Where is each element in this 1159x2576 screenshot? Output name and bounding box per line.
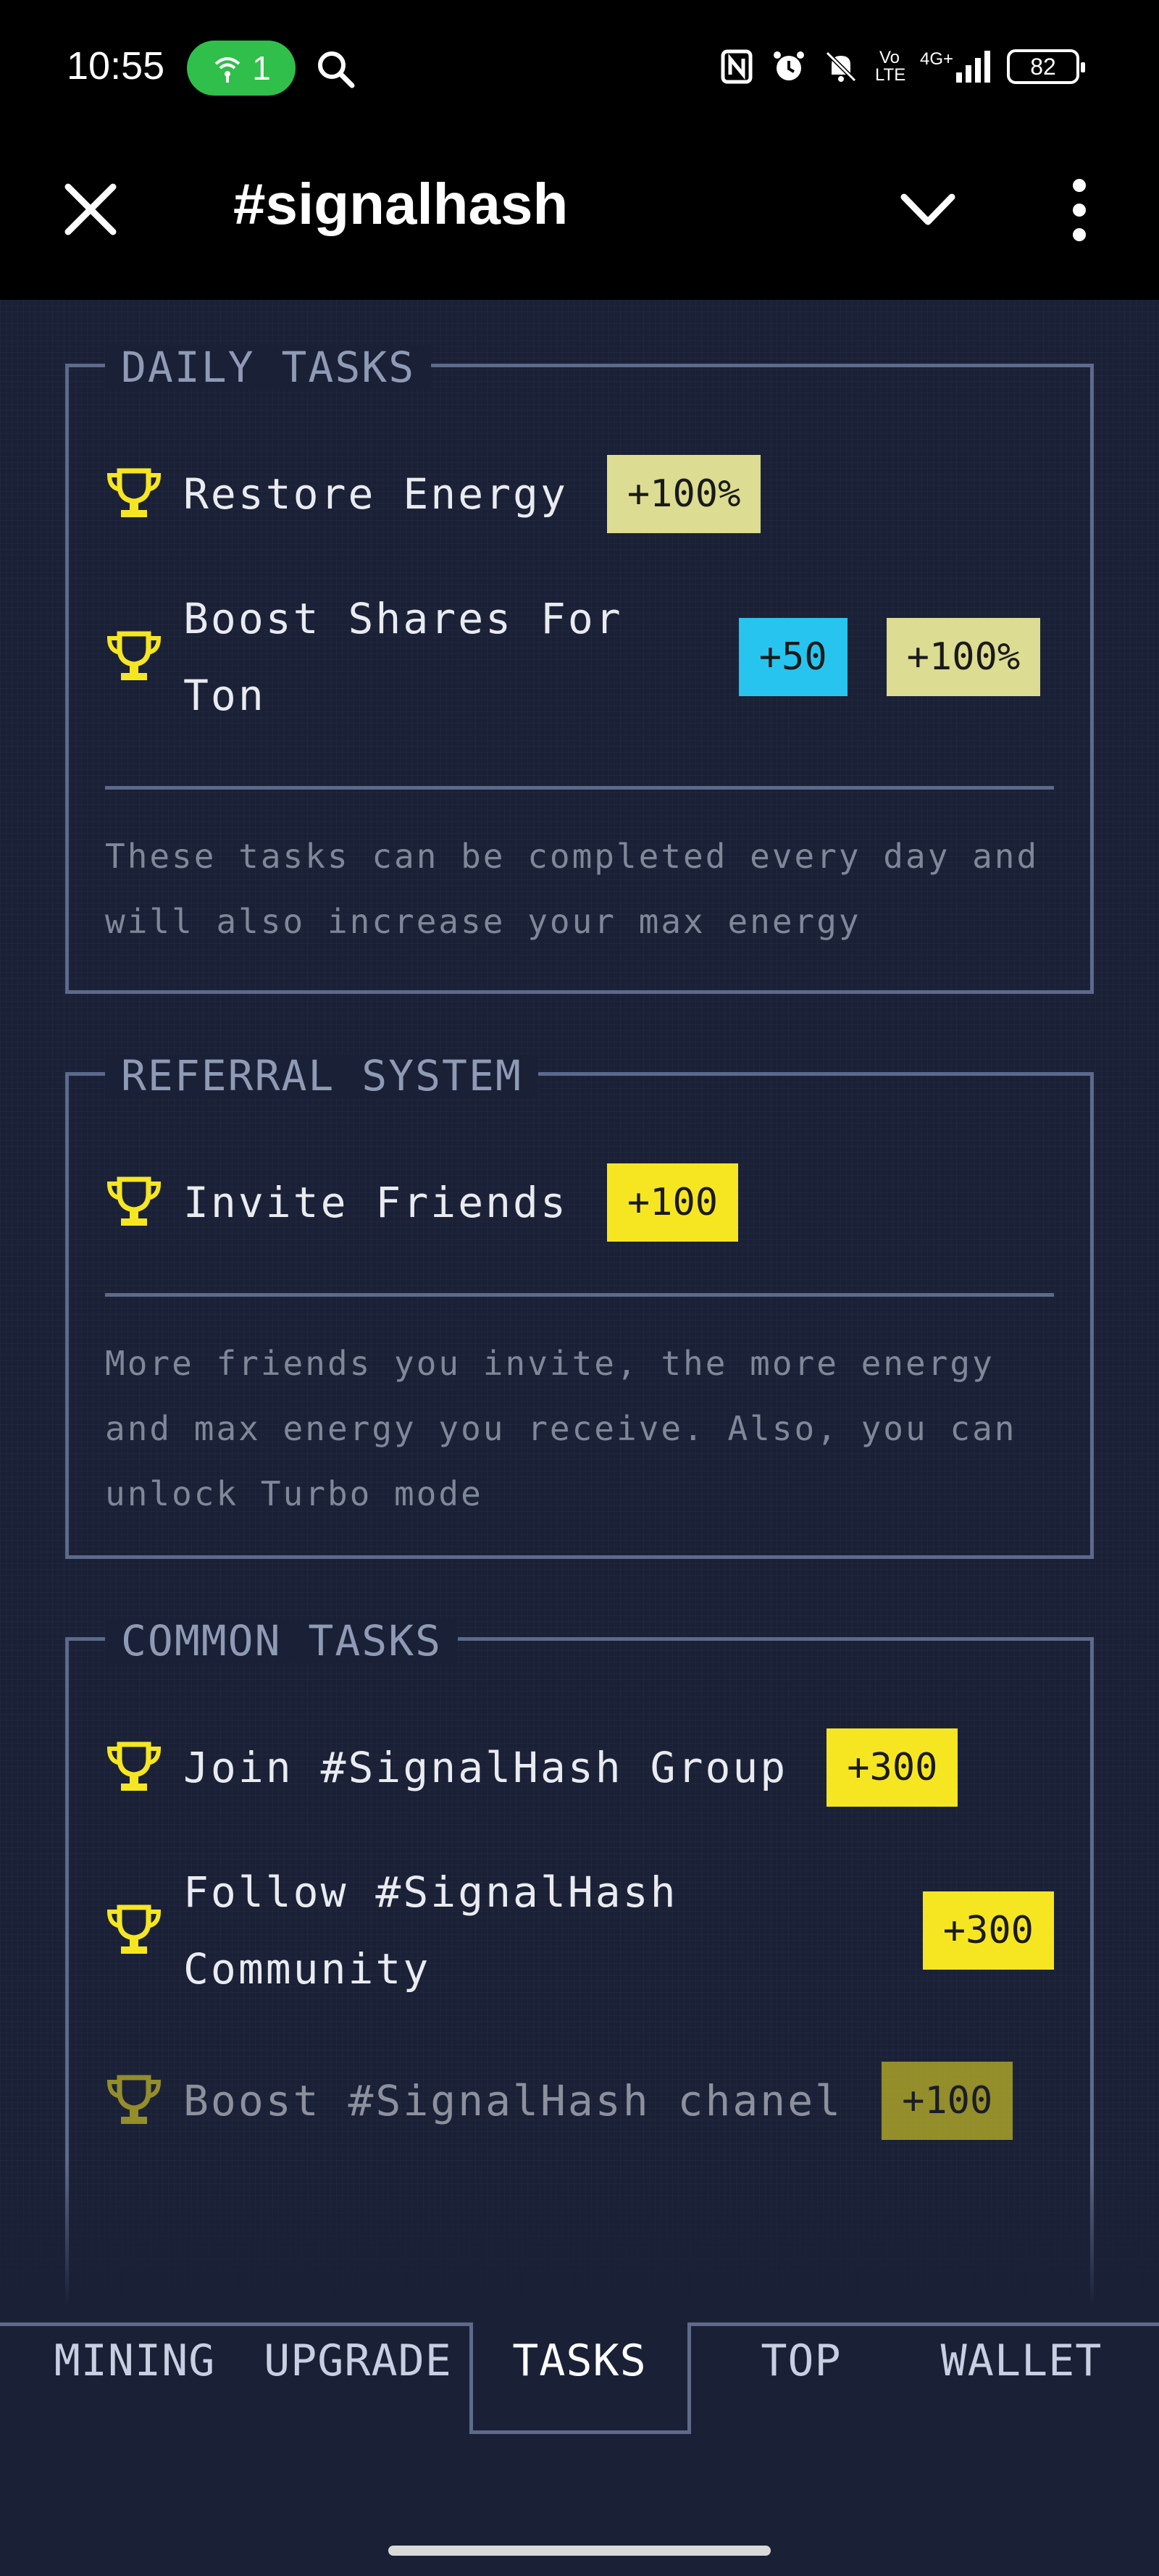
network-type: 4G+ [919, 49, 953, 69]
close-button[interactable] [58, 177, 123, 242]
section-title: REFERRAL SYSTEM [105, 1054, 538, 1097]
trophy-icon [106, 631, 162, 680]
status-icons: Vo LTE 4G+ 82 [719, 43, 1085, 90]
hotspot-count: 1 [252, 49, 271, 87]
tab-tasks[interactable]: TASKS [471, 2335, 688, 2386]
trophy-icon [106, 1741, 162, 1791]
task-label: Boost Shares For Ton [183, 594, 623, 720]
nav-border [0, 2322, 471, 2326]
tab-wallet[interactable]: WALLET [913, 2335, 1130, 2386]
more-options-icon[interactable] [1058, 174, 1101, 246]
task-label: Invite Friends [183, 1178, 568, 1227]
divider [105, 1293, 1054, 1297]
trophy-icon [106, 1904, 162, 1954]
task-follow-community[interactable]: Follow #SignalHash Community +300 [105, 1851, 1054, 2010]
signal-indicator: 4G+ [920, 51, 991, 83]
reward-badge: +100% [886, 618, 1041, 696]
app-header: #signalhash [0, 133, 1159, 300]
reward-badge: +300 [922, 1891, 1054, 1970]
home-indicator[interactable] [388, 2546, 771, 2556]
tab-top[interactable]: TOP [693, 2335, 910, 2386]
section-note: More friends you invite, the more energy… [105, 1344, 1017, 1513]
tab-mining[interactable]: MINING [26, 2335, 243, 2386]
signal-bars-icon [956, 51, 990, 83]
trophy-icon [106, 468, 162, 517]
volte-indicator: Vo LTE [874, 48, 906, 85]
task-label: Boost #SignalHash chanel [183, 2076, 843, 2125]
reward-badge: +100% [606, 455, 761, 533]
task-invite-friends[interactable]: Invite Friends +100 [105, 1163, 1054, 1242]
page-title: #signalhash [233, 172, 569, 236]
mute-icon [825, 51, 857, 83]
task-boost-chanel[interactable]: Boost #SignalHash chanel +100 [105, 2061, 1054, 2141]
reward-badge: +100 [882, 2062, 1013, 2140]
battery-indicator: 82 [1007, 49, 1085, 84]
referral-section: REFERRAL SYSTEM Invite Friends +100 More… [65, 1054, 1094, 1559]
trophy-icon [106, 1176, 162, 1226]
hotspot-indicator[interactable]: 1 [187, 41, 296, 96]
section-title: COMMON TASKS [105, 1619, 459, 1663]
clock: 10:55 [67, 44, 165, 88]
bottom-nav: MINING UPGRADE TASKS TOP WALLET [0, 2307, 1159, 2576]
section-note: These tasks can be completed every day a… [105, 837, 1039, 941]
trophy-icon [106, 2075, 162, 2124]
chevron-down-icon[interactable] [895, 181, 961, 239]
nav-border [690, 2322, 1159, 2326]
status-bar: 10:55 1 Vo LTE 4G+ 82 [0, 0, 1159, 133]
daily-tasks-section: DAILY TASKS Restore Energy +100% Boost S… [65, 346, 1094, 994]
task-label: Join #SignalHash Group [183, 1743, 788, 1792]
task-restore-energy[interactable]: Restore Energy +100% [105, 454, 1054, 534]
task-label: Follow #SignalHash Community [183, 1868, 678, 1994]
section-title: DAILY TASKS [105, 346, 432, 389]
task-label: Restore Energy [183, 469, 568, 519]
search-icon[interactable] [314, 48, 358, 91]
reward-badge: +100 [606, 1163, 739, 1242]
reward-badge: +50 [738, 618, 848, 696]
nfc-icon [721, 49, 753, 84]
common-tasks-section: COMMON TASKS Join #SignalHash Group +300… [65, 1619, 1094, 2307]
battery-level: 82 [1030, 53, 1056, 80]
alarm-icon [773, 51, 804, 80]
divider [105, 786, 1054, 790]
task-boost-shares-for-ton[interactable]: Boost Shares For Ton +50 +100% [105, 577, 1054, 737]
tab-upgrade[interactable]: UPGRADE [249, 2335, 466, 2386]
tasks-content[interactable]: DAILY TASKS Restore Energy +100% Boost S… [0, 300, 1159, 2307]
hotspot-icon [214, 57, 240, 83]
reward-badge: +300 [827, 1728, 958, 1807]
task-join-group[interactable]: Join #SignalHash Group +300 [105, 1728, 1054, 1807]
